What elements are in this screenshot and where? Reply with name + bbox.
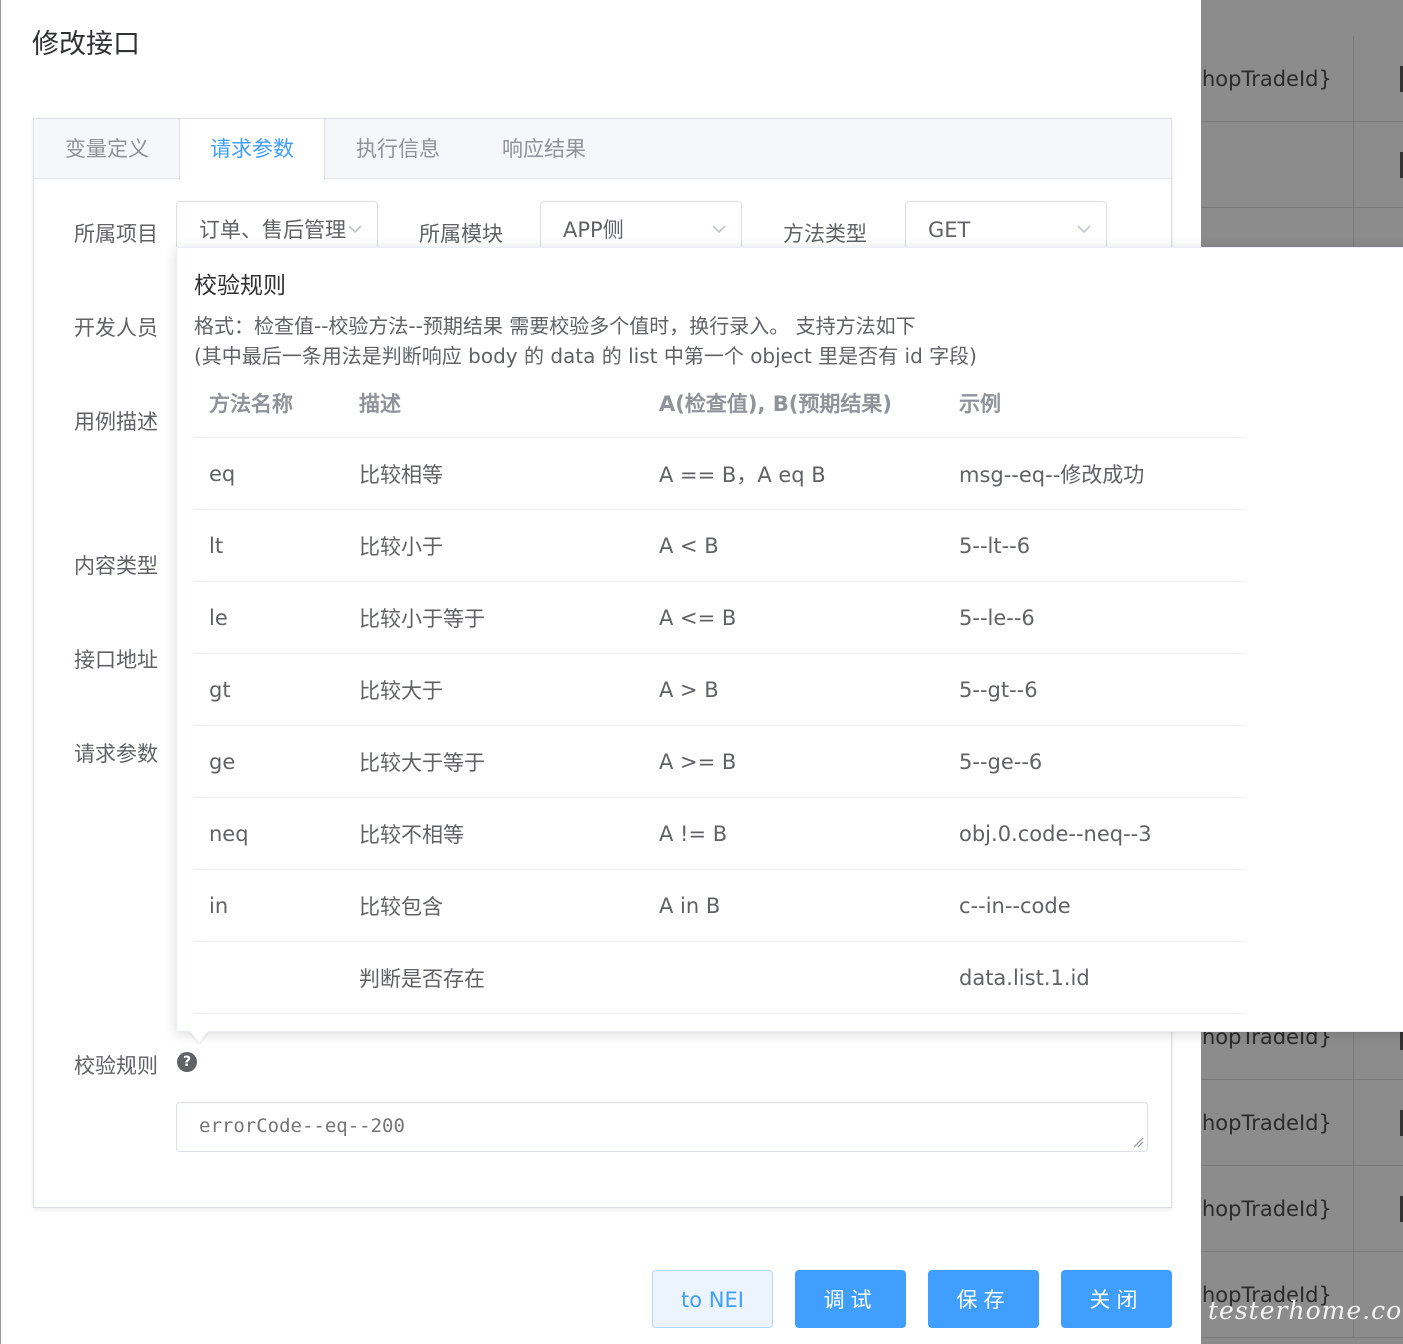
background-row [1200, 122, 1403, 208]
table-cell: A != B [659, 821, 728, 846]
table-cell: 5--ge--6 [959, 749, 1043, 774]
table-cell: A in B [659, 893, 721, 918]
column-header: 描述 [359, 391, 401, 416]
table-cell: A >= B [659, 749, 737, 774]
tab-variables[interactable]: 变量定义 [34, 119, 180, 179]
table-cell: 5--lt--6 [959, 533, 1031, 558]
popover-description-line: 格式：检查值--校验方法--预期结果 需要校验多个值时，换行录入。 支持方法如下 [194, 314, 916, 338]
table-cell: 比较小于等于 [359, 606, 485, 631]
rules-table: 方法名称 描述 A(检查值), B(预期结果) 示例 eq 比较相等 A == … [194, 368, 1244, 1014]
tab-request-params[interactable]: 请求参数 [179, 119, 325, 180]
table-cell: 比较不相等 [359, 822, 464, 847]
popover-arrow [190, 1031, 208, 1043]
background-row: hopTradeId} [1200, 1080, 1403, 1166]
module-label: 所属模块 [419, 222, 503, 246]
table-cell: in [209, 893, 229, 918]
request-params-label: 请求参数 [74, 742, 158, 766]
background-row: hopTradeId} [1200, 36, 1403, 122]
save-button[interactable]: 保存 [928, 1270, 1039, 1328]
tab-execution-info[interactable]: 执行信息 [325, 119, 471, 179]
interface-url-label: 接口地址 [74, 648, 158, 672]
table-row: 判断是否存在 data.list.1.id [194, 942, 1244, 1014]
table-cell: eq [209, 461, 236, 486]
background-cell [1200, 122, 1354, 207]
table-cell: obj.0.code--neq--3 [959, 821, 1152, 846]
table-row: gt 比较大于 A > B 5--gt--6 [194, 654, 1244, 726]
method-select-value: GET [928, 218, 971, 242]
table-cell: 5--le--6 [959, 605, 1035, 630]
table-cell: 比较大于等于 [359, 750, 485, 775]
project-label: 所属项目 [74, 222, 158, 246]
table-cell: A <= B [659, 605, 737, 630]
module-select-value: APP侧 [563, 218, 624, 242]
column-header: 方法名称 [209, 391, 293, 416]
table-cell: neq [209, 821, 249, 846]
debug-button[interactable]: 调试 [795, 1270, 906, 1328]
chevron-down-icon [712, 225, 726, 234]
background-cell: hopTradeId} [1200, 36, 1354, 121]
validation-rules-input[interactable] [176, 1102, 1148, 1152]
table-cell: A < B [659, 533, 719, 558]
table-cell: 比较包含 [359, 894, 443, 919]
validation-rules-popover: 校验规则 格式：检查值--校验方法--预期结果 需要校验多个值时，换行录入。 支… [176, 247, 1403, 1032]
table-cell: data.list.1.id [959, 965, 1090, 990]
watermark: testerhome.com [1208, 1296, 1403, 1325]
table-row: le 比较小于等于 A <= B 5--le--6 [194, 582, 1244, 654]
column-header: 示例 [959, 391, 1001, 416]
background-row: hopTradeId} [1200, 1166, 1403, 1252]
table-cell: 5--gt--6 [959, 677, 1038, 702]
to-nei-button[interactable]: to NEI [652, 1270, 773, 1328]
table-cell: le [209, 605, 228, 630]
table-cell: 比较小于 [359, 534, 443, 559]
table-row: in 比较包含 A in B c--in--code [194, 870, 1244, 942]
table-cell: c--in--code [959, 893, 1071, 918]
project-select-value: 订单、售后管理 [199, 218, 346, 242]
tab-response-result[interactable]: 响应结果 [471, 119, 617, 179]
table-cell: A > B [659, 677, 719, 702]
table-cell: gt [209, 677, 231, 702]
developer-label: 开发人员 [74, 316, 158, 340]
resize-handle-icon[interactable] [1132, 1136, 1144, 1148]
background-row: hopTradeId} [1200, 1252, 1403, 1338]
table-cell: A == B，A eq B [659, 462, 826, 487]
content-type-label: 内容类型 [74, 554, 158, 578]
table-cell: ge [209, 749, 236, 774]
background-cell: hopTradeId} [1200, 1166, 1354, 1251]
question-icon[interactable]: ? [177, 1052, 197, 1072]
validation-rules-label: 校验规则 [74, 1054, 158, 1078]
column-header: A(检查值), B(预期结果) [659, 391, 892, 416]
table-cell: 比较大于 [359, 678, 443, 703]
table-row: lt 比较小于 A < B 5--lt--6 [194, 510, 1244, 582]
table-cell: 比较相等 [359, 462, 443, 487]
dialog-title: 修改接口 [32, 29, 140, 60]
method-label: 方法类型 [783, 222, 867, 246]
chevron-down-icon [1077, 225, 1091, 234]
case-description-label: 用例描述 [74, 410, 158, 434]
tab-bar: 变量定义 请求参数 执行信息 响应结果 [34, 119, 1171, 180]
background-cell: hopTradeId} [1200, 1080, 1354, 1165]
close-button[interactable]: 关闭 [1061, 1270, 1172, 1328]
table-header-row: 方法名称 描述 A(检查值), B(预期结果) 示例 [194, 368, 1244, 438]
popover-description: 格式：检查值--校验方法--预期结果 需要校验多个值时，换行录入。 支持方法如下… [194, 311, 977, 371]
table-row: neq 比较不相等 A != B obj.0.code--neq--3 [194, 798, 1244, 870]
chevron-down-icon [347, 223, 363, 235]
table-row: eq 比较相等 A == B，A eq B msg--eq--修改成功 [194, 438, 1244, 510]
popover-description-line: (其中最后一条用法是判断响应 body 的 data 的 list 中第一个 o… [194, 344, 977, 368]
table-cell: lt [209, 533, 224, 558]
table-row: ge 比较大于等于 A >= B 5--ge--6 [194, 726, 1244, 798]
table-cell: 判断是否存在 [359, 966, 485, 991]
popover-title: 校验规则 [194, 273, 286, 299]
table-cell: msg--eq--修改成功 [959, 462, 1145, 487]
